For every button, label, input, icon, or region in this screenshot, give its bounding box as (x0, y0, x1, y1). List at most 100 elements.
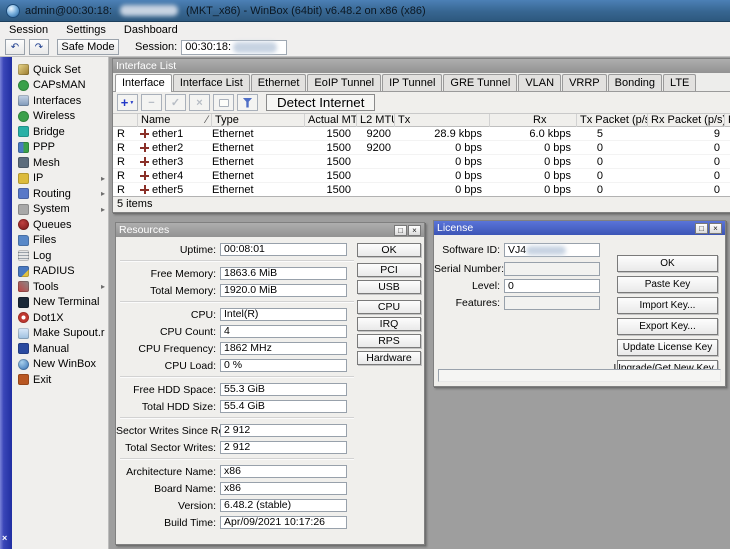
maximize-icon[interactable]: □ (695, 222, 708, 234)
col-header-tx[interactable]: Tx (395, 114, 490, 127)
col-header-actual-mtu[interactable]: Actual MTU (305, 114, 357, 127)
app-titlebar[interactable]: admin@00:30:18: (MKT_x86) - WinBox (64bit… (0, 0, 730, 22)
usb-button[interactable]: USB (357, 280, 421, 294)
sidebar-item-ppp[interactable]: PPP (12, 140, 108, 156)
sidebar-item-new-terminal[interactable]: New Terminal (12, 295, 108, 311)
close-icon[interactable]: × (709, 222, 722, 234)
board-name-field[interactable]: x86 (220, 482, 347, 495)
sidebar-item-interfaces[interactable]: Interfaces (12, 93, 108, 109)
col-header-l2-mtu[interactable]: L2 MTU (357, 114, 395, 127)
sector-writes-field[interactable]: 2 912 (220, 424, 347, 437)
sidebar-item-capsman[interactable]: CAPsMAN (12, 78, 108, 94)
remove-button[interactable]: − (141, 94, 162, 111)
tab-lte[interactable]: LTE (663, 74, 697, 91)
col-header-flag[interactable] (113, 114, 138, 127)
cpu-count-field[interactable]: 4 (220, 325, 347, 338)
tab-gre-tunnel[interactable]: GRE Tunnel (443, 74, 518, 91)
sidebar-item-bridge[interactable]: Bridge (12, 124, 108, 140)
col-header-overflow[interactable]: F (725, 114, 730, 127)
sidebar-item-make-supout[interactable]: Make Supout.rif (12, 326, 108, 342)
sidebar-item-wireless[interactable]: Wireless (12, 109, 108, 125)
col-header-name[interactable]: Name ∕ (138, 114, 212, 127)
comment-button[interactable] (213, 94, 234, 111)
pci-button[interactable]: PCI (357, 263, 421, 277)
cpu-button[interactable]: CPU (357, 300, 421, 314)
rps-button[interactable]: RPS (357, 334, 421, 348)
sidebar-item-tools[interactable]: Tools ▸ (12, 279, 108, 295)
menu-session[interactable]: Session (0, 22, 57, 38)
sidebar-item-ip[interactable]: IP ▸ (12, 171, 108, 187)
detect-internet-button[interactable]: Detect Internet (266, 94, 376, 111)
sidebar-item-quick-set[interactable]: Quick Set (12, 62, 108, 78)
sidebar-item-files[interactable]: Files (12, 233, 108, 249)
redo-button[interactable]: ↷ (29, 39, 49, 55)
undo-button[interactable]: ↶ (5, 39, 25, 55)
tab-eoip-tunnel[interactable]: EoIP Tunnel (307, 74, 382, 91)
software-id-field[interactable]: VJ4 (504, 243, 600, 257)
sidebar-item-queues[interactable]: Queues (12, 217, 108, 233)
sidebar-item-mesh[interactable]: Mesh (12, 155, 108, 171)
uptime-field[interactable]: 00:08:01 (220, 243, 347, 256)
build-time-field[interactable]: Apr/09/2021 10:17:26 (220, 516, 347, 529)
level-field[interactable]: 0 (504, 279, 600, 293)
total-memory-field[interactable]: 1920.0 MiB (220, 284, 347, 297)
irq-button[interactable]: IRQ (357, 317, 421, 331)
table-row-ether1[interactable]: R ether1 Ethernet 1500 9200 28.9 kbps 6.… (113, 127, 730, 141)
menu-dashboard[interactable]: Dashboard (115, 22, 187, 38)
ok-button[interactable]: OK (357, 243, 421, 257)
col-header-rx[interactable]: Rx (490, 114, 577, 127)
serial-number-field[interactable] (504, 262, 600, 276)
sidebar-item-system[interactable]: System ▸ (12, 202, 108, 218)
tab-interface-list[interactable]: Interface List (172, 74, 250, 91)
resources-titlebar[interactable]: Resources □ × (116, 223, 424, 237)
menu-settings[interactable]: Settings (57, 22, 115, 38)
features-field[interactable] (504, 296, 600, 310)
ok-button[interactable]: OK (617, 255, 718, 272)
tab-bonding[interactable]: Bonding (607, 74, 663, 91)
update-license-key-button[interactable]: Update License Key (617, 339, 718, 356)
cpu-frequency-field[interactable]: 1862 MHz (220, 342, 347, 355)
tab-interface[interactable]: Interface (115, 74, 172, 92)
tab-ethernet[interactable]: Ethernet (250, 74, 307, 91)
import-key-button[interactable]: Import Key... (617, 297, 718, 314)
table-row-ether4[interactable]: R ether4 Ethernet 1500 0 bps 0 bps 0 0 (113, 169, 730, 183)
license-titlebar[interactable]: License □ × (434, 221, 725, 235)
tab-vlan[interactable]: VLAN (518, 74, 562, 91)
col-header-rx-packet[interactable]: Rx Packet (p/s) (648, 114, 725, 127)
table-row-ether2[interactable]: R ether2 Ethernet 1500 9200 0 bps 0 bps … (113, 141, 730, 155)
table-row-ether5[interactable]: R ether5 Ethernet 1500 0 bps 0 bps 0 0 (113, 183, 730, 196)
strip-close-icon[interactable]: × (2, 534, 7, 543)
tab-vrrp[interactable]: VRRP (562, 74, 607, 91)
add-button[interactable]: + ▼ (117, 94, 138, 111)
architecture-field[interactable]: x86 (220, 465, 347, 478)
sidebar-item-exit[interactable]: Exit (12, 372, 108, 388)
close-icon[interactable]: × (408, 224, 421, 236)
sidebar-item-manual[interactable]: Manual (12, 341, 108, 357)
free-hdd-field[interactable]: 55.3 GiB (220, 383, 347, 396)
sidebar-item-new-winbox[interactable]: New WinBox (12, 357, 108, 373)
maximize-icon[interactable]: □ (394, 224, 407, 236)
hardware-button[interactable]: Hardware (357, 351, 421, 365)
cpu-field[interactable]: Intel(R) (220, 308, 347, 321)
version-field[interactable]: 6.48.2 (stable) (220, 499, 347, 512)
disable-button[interactable]: × (189, 94, 210, 111)
export-key-button[interactable]: Export Key... (617, 318, 718, 335)
session-input[interactable]: 00:30:18: (181, 39, 288, 55)
enable-button[interactable]: ✓ (165, 94, 186, 111)
total-hdd-field[interactable]: 55.4 GiB (220, 400, 347, 413)
col-header-tx-packet[interactable]: Tx Packet (p/s) (577, 114, 648, 127)
safe-mode-button[interactable]: Safe Mode (57, 39, 119, 55)
free-memory-field[interactable]: 1863.6 MiB (220, 267, 347, 280)
cpu-load-field[interactable]: 0 % (220, 359, 347, 372)
tab-ip-tunnel[interactable]: IP Tunnel (382, 74, 443, 91)
interface-list-titlebar[interactable]: Interface List (113, 59, 730, 73)
sidebar-item-log[interactable]: Log (12, 248, 108, 264)
sidebar-item-radius[interactable]: RADIUS (12, 264, 108, 280)
filter-button[interactable] (237, 94, 258, 111)
total-sector-writes-field[interactable]: 2 912 (220, 441, 347, 454)
paste-key-button[interactable]: Paste Key (617, 276, 718, 293)
table-row-ether3[interactable]: R ether3 Ethernet 1500 0 bps 0 bps 0 0 (113, 155, 730, 169)
sidebar-item-routing[interactable]: Routing ▸ (12, 186, 108, 202)
col-header-type[interactable]: Type (212, 114, 305, 127)
sidebar-item-dot1x[interactable]: Dot1X (12, 310, 108, 326)
